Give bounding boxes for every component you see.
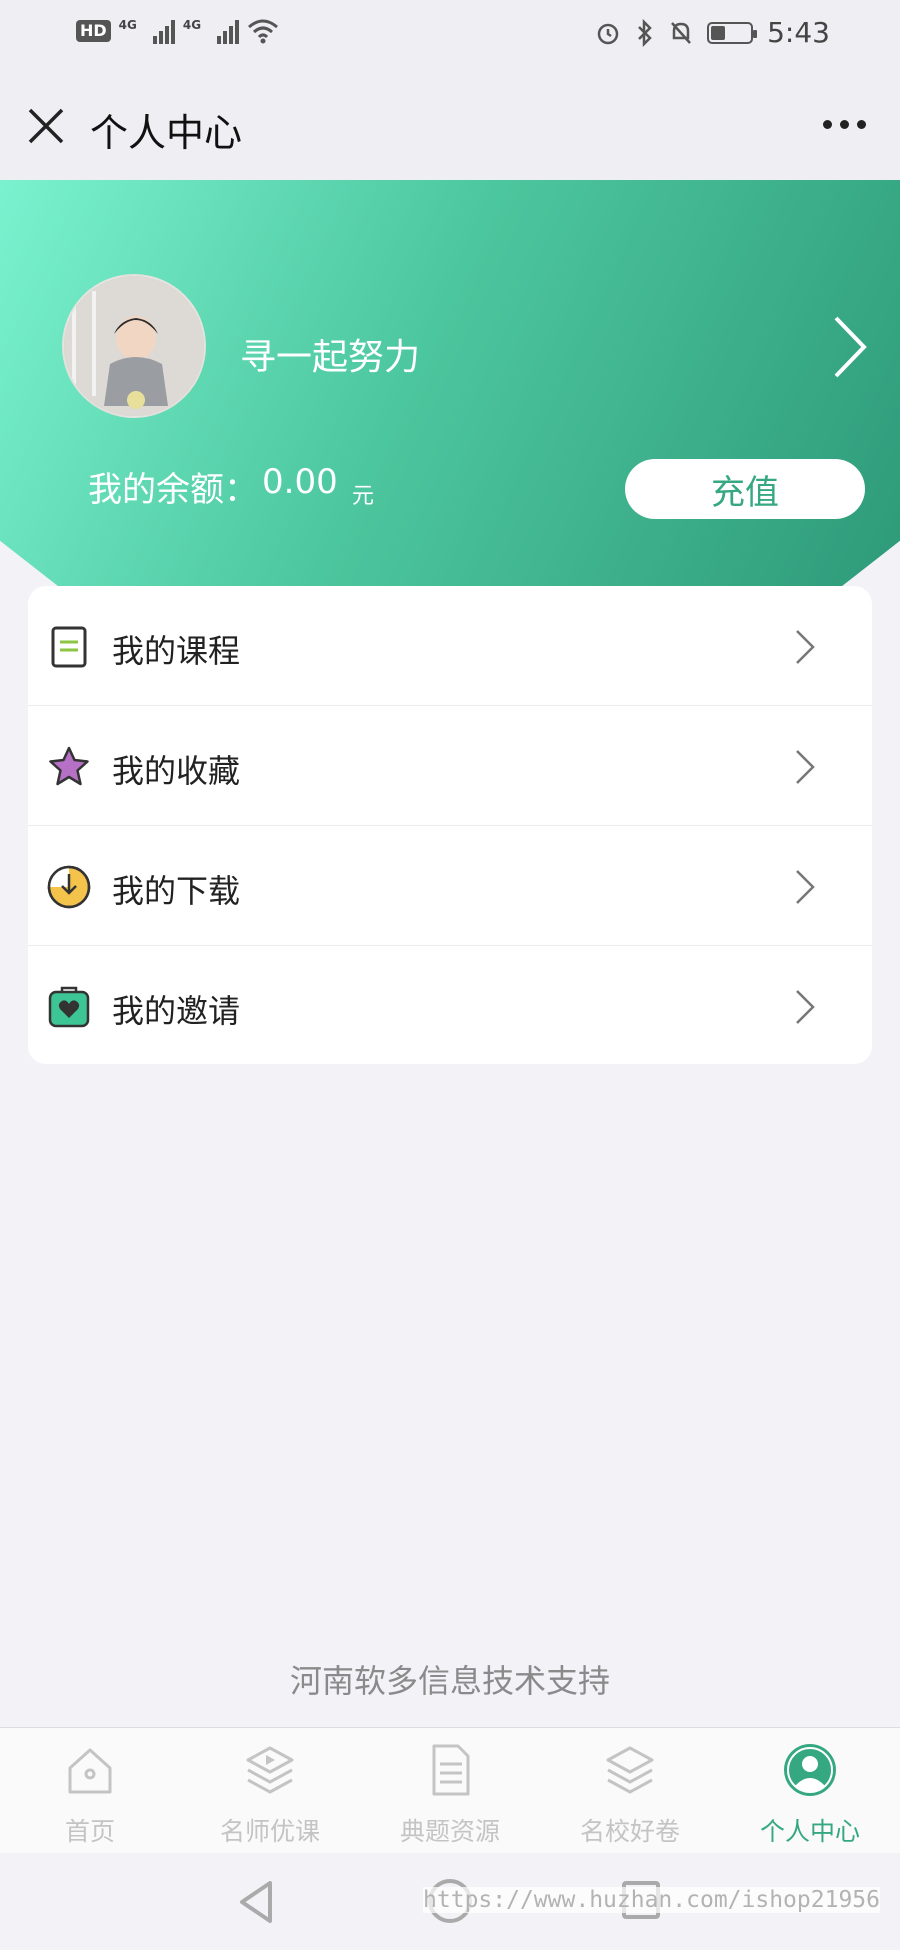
page-title: 个人中心 xyxy=(90,111,243,155)
tab-label-resources: 典题资源 xyxy=(399,1817,500,1846)
tab-home[interactable]: 首页 xyxy=(0,1728,180,1853)
user-icon xyxy=(784,1744,836,1796)
username: 寻一起努力 xyxy=(240,337,421,378)
system-nav: https://www.huzhan.com/ishop21956 xyxy=(0,1853,900,1950)
menu-label-courses: 我的课程 xyxy=(112,632,241,670)
tab-label-papers: 名校好卷 xyxy=(579,1817,680,1846)
signal-icon xyxy=(152,18,175,44)
balance-value: 0.00 xyxy=(262,462,338,502)
chevron-right-icon xyxy=(796,990,815,1024)
watermark-text: https://www.huzhan.com/ishop21956 xyxy=(423,1887,880,1913)
balance-unit: 元 xyxy=(352,484,375,509)
menu-label-invites: 我的邀请 xyxy=(112,992,241,1030)
menu-label-favorites: 我的收藏 xyxy=(112,752,241,790)
menu-item-favorites[interactable]: 我的收藏 xyxy=(28,706,872,826)
chevron-right-icon[interactable] xyxy=(830,312,870,382)
status-left: HD 4G 4G xyxy=(76,18,279,44)
chevron-right-icon xyxy=(796,870,815,904)
network-label-1: 4G xyxy=(118,18,137,32)
signal-icon-2 xyxy=(217,18,240,44)
hd-badge: HD xyxy=(76,20,111,42)
close-icon[interactable] xyxy=(24,104,68,148)
more-options-icon[interactable] xyxy=(823,120,866,129)
tab-courses[interactable]: 名师优课 xyxy=(180,1728,360,1853)
tab-papers[interactable]: 名校好卷 xyxy=(540,1728,720,1853)
video-layers-icon xyxy=(246,1746,294,1794)
layers-icon xyxy=(606,1746,654,1794)
tab-label-courses: 名师优课 xyxy=(219,1817,320,1846)
star-icon xyxy=(49,746,89,786)
alarm-icon xyxy=(597,23,619,44)
support-text: 河南软多信息技术支持 xyxy=(289,1662,610,1700)
chevron-right-icon xyxy=(796,750,815,784)
tab-bar: 首页 名师优课 典题资源 名校好卷 个人中心 xyxy=(0,1727,900,1853)
recharge-button[interactable]: 充值 xyxy=(625,459,865,519)
profile-banner[interactable]: 寻一起努力 我的余额： 0.00 元 充值 xyxy=(0,180,900,590)
nav-bar: 个人中心 xyxy=(0,72,900,180)
tab-resources[interactable]: 典题资源 xyxy=(360,1728,540,1853)
wifi-icon xyxy=(248,19,279,44)
menu-item-downloads[interactable]: 我的下载 xyxy=(28,826,872,946)
avatar-illustration xyxy=(64,276,204,416)
menu-card: 我的课程 我的收藏 我的下载 我的邀请 xyxy=(28,586,872,1064)
status-bar: HD 4G 4G 5:43 xyxy=(0,0,900,72)
back-triangle-icon[interactable] xyxy=(236,1879,276,1925)
menu-item-courses[interactable]: 我的课程 xyxy=(28,586,872,706)
menu-label-downloads: 我的下载 xyxy=(112,872,241,910)
tab-label-profile: 个人中心 xyxy=(759,1817,860,1846)
battery-icon xyxy=(707,21,758,44)
network-label-2: 4G xyxy=(182,18,202,32)
document-icon xyxy=(432,1744,470,1796)
tab-profile[interactable]: 个人中心 xyxy=(720,1728,900,1853)
invite-icon xyxy=(48,986,90,1028)
tab-label-home: 首页 xyxy=(64,1817,115,1846)
mute-bell-icon xyxy=(671,21,692,44)
download-icon xyxy=(47,865,91,909)
bluetooth-icon xyxy=(638,18,652,47)
avatar[interactable] xyxy=(62,274,206,418)
course-icon xyxy=(51,626,87,668)
menu-item-invites[interactable]: 我的邀请 xyxy=(28,946,872,1064)
status-right: 5:43 xyxy=(595,16,830,49)
home-icon xyxy=(68,1748,112,1794)
status-time: 5:43 xyxy=(767,16,830,49)
balance-label: 我的余额： xyxy=(88,470,258,510)
chevron-right-icon xyxy=(796,630,815,664)
